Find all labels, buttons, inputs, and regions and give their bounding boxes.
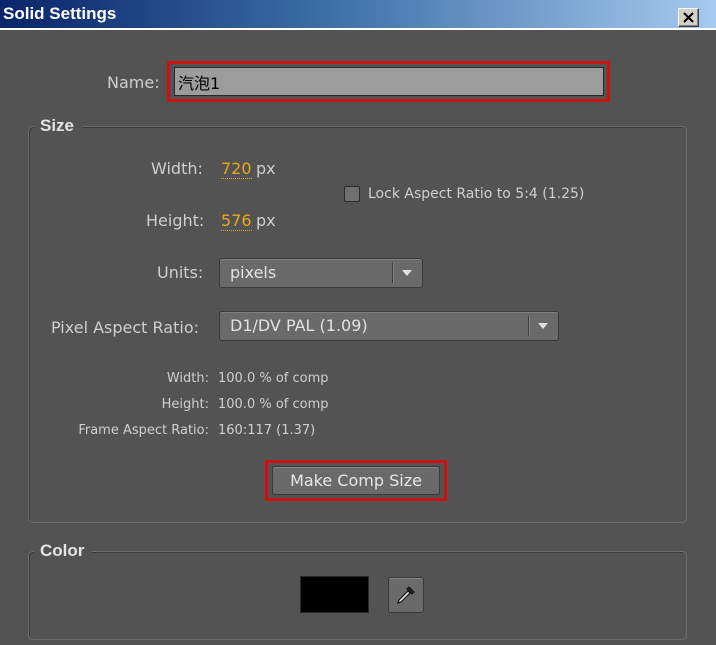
height-label: Height: [146, 211, 205, 230]
width-unit: px [256, 159, 276, 178]
dropdown-divider [392, 263, 393, 283]
pixel-aspect-ratio-value: D1/DV PAL (1.09) [230, 316, 368, 335]
units-dropdown[interactable]: pixels [219, 258, 423, 288]
size-group-title: Size [34, 116, 83, 136]
info-width-value: 100.0 % of comp [218, 371, 329, 386]
chevron-down-icon [402, 270, 412, 276]
eyedropper-icon [397, 586, 415, 604]
units-label: Units: [157, 263, 204, 282]
close-button[interactable] [678, 8, 699, 27]
frame-aspect-ratio-label: Frame Aspect Ratio: [78, 423, 209, 438]
title-bar: Solid Settings [0, 0, 716, 30]
make-comp-size-button[interactable]: Make Comp Size [272, 466, 440, 495]
width-label: Width: [151, 159, 203, 178]
close-icon [683, 12, 694, 23]
pixel-aspect-ratio-dropdown[interactable]: D1/DV PAL (1.09) [219, 311, 559, 341]
info-height-label: Height: [161, 397, 209, 412]
chevron-down-icon [538, 323, 548, 329]
dropdown-divider [528, 316, 529, 336]
lock-aspect-label[interactable]: Lock Aspect Ratio to 5:4 (1.25) [368, 186, 584, 202]
window-title: Solid Settings [3, 4, 117, 23]
height-value[interactable]: 576 [221, 211, 252, 231]
height-unit: px [256, 211, 276, 230]
units-value: pixels [230, 263, 277, 282]
info-width-label: Width: [166, 371, 209, 386]
info-height-value: 100.0 % of comp [218, 397, 329, 412]
eyedropper-button[interactable] [388, 577, 424, 613]
width-value[interactable]: 720 [221, 159, 252, 179]
color-swatch[interactable] [300, 576, 369, 613]
color-group-title: Color [34, 541, 93, 561]
frame-aspect-ratio-value: 160:117 (1.37) [218, 423, 316, 438]
lock-aspect-checkbox[interactable] [344, 186, 360, 202]
name-input[interactable] [174, 67, 604, 96]
pixel-aspect-ratio-label: Pixel Aspect Ratio: [51, 318, 199, 337]
name-label: Name: [107, 73, 160, 92]
